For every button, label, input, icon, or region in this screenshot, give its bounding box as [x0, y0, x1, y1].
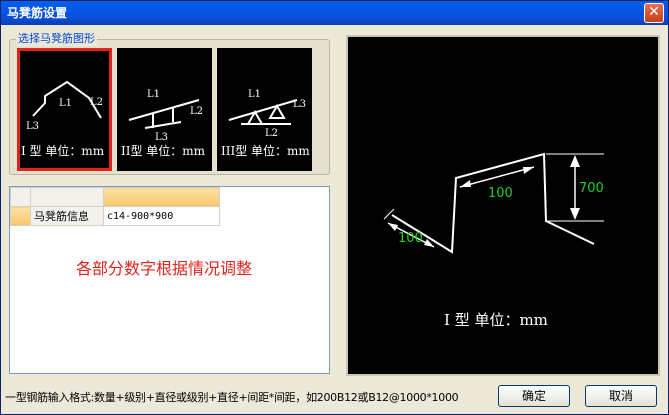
close-icon: ✕ — [648, 4, 660, 20]
shape-type-3-l3: L3 — [293, 99, 306, 110]
info-grid: 马凳筋信息 c14-900*900 — [10, 187, 220, 226]
shape-type-1-caption: I 型 单位：mm — [21, 144, 105, 158]
preview-dim-top: 100 — [488, 186, 513, 201]
adjust-note: 各部分数字根据情况调整 — [76, 259, 253, 278]
shape-type-1-l1: L1 — [59, 98, 72, 109]
title-bar[interactable]: 马凳筋设置 ✕ — [1, 1, 668, 25]
grid-header-name[interactable] — [30, 187, 104, 207]
shape-type-3-caption: III型 单位：mm — [221, 144, 310, 158]
shape-type-1[interactable]: L1 L2 L3 I 型 单位：mm — [17, 48, 112, 171]
grid-corner-cell[interactable] — [10, 187, 31, 207]
grid-row-header[interactable] — [10, 206, 31, 226]
shape-type-2[interactable]: L1 L2 L3 II型 单位：mm — [117, 48, 212, 171]
info-grid-area: 马凳筋信息 c14-900*900 各部分数字根据情况调整 — [9, 186, 330, 374]
format-hint: 一型钢筋输入格式:数量+级别+直径或级别+直径+间距*间距，如200B12或B1… — [5, 391, 459, 404]
preview-caption: I 型 单位：mm — [444, 311, 548, 329]
shape-type-2-l1: L1 — [147, 89, 160, 100]
shape-type-2-l2: L2 — [190, 106, 203, 117]
preview-dim-left: 100 — [398, 231, 423, 246]
table-row: 马凳筋信息 c14-900*900 — [10, 206, 220, 226]
window-title: 马凳筋设置 — [7, 6, 68, 20]
grid-header-value[interactable] — [103, 187, 220, 207]
preview-dim-vertical: 700 — [579, 181, 604, 196]
close-button[interactable]: ✕ — [644, 3, 664, 23]
shape-type-3[interactable]: L1 L2 L3 III型 单位：mm — [217, 48, 312, 171]
shape-type-3-l1: L1 — [248, 89, 261, 100]
grid-cell-value[interactable]: c14-900*900 — [103, 206, 220, 226]
shape-type-1-l3: L3 — [26, 121, 39, 132]
shape-group-legend: 选择马凳筋图形 — [16, 32, 97, 46]
preview-panel: 100 100 700 I 型 单位：mm — [346, 35, 660, 376]
shape-group: 选择马凳筋图形 L1 L2 L3 I 型 单位：mm L1 L2 L3 II型 — [9, 32, 330, 175]
shape-type-1-l2: L2 — [90, 97, 103, 108]
grid-header-row — [10, 187, 220, 207]
grid-cell-name: 马凳筋信息 — [30, 206, 104, 226]
shape-type-3-l2: L2 — [265, 128, 278, 139]
shape-type-2-caption: II型 单位：mm — [121, 144, 206, 158]
dialog-window: 马凳筋设置 ✕ 选择马凳筋图形 L1 L2 L3 I 型 单位：mm L1 L2… — [0, 0, 669, 415]
ok-button[interactable]: 确定 — [498, 385, 570, 407]
cancel-button[interactable]: 取消 — [585, 385, 657, 407]
